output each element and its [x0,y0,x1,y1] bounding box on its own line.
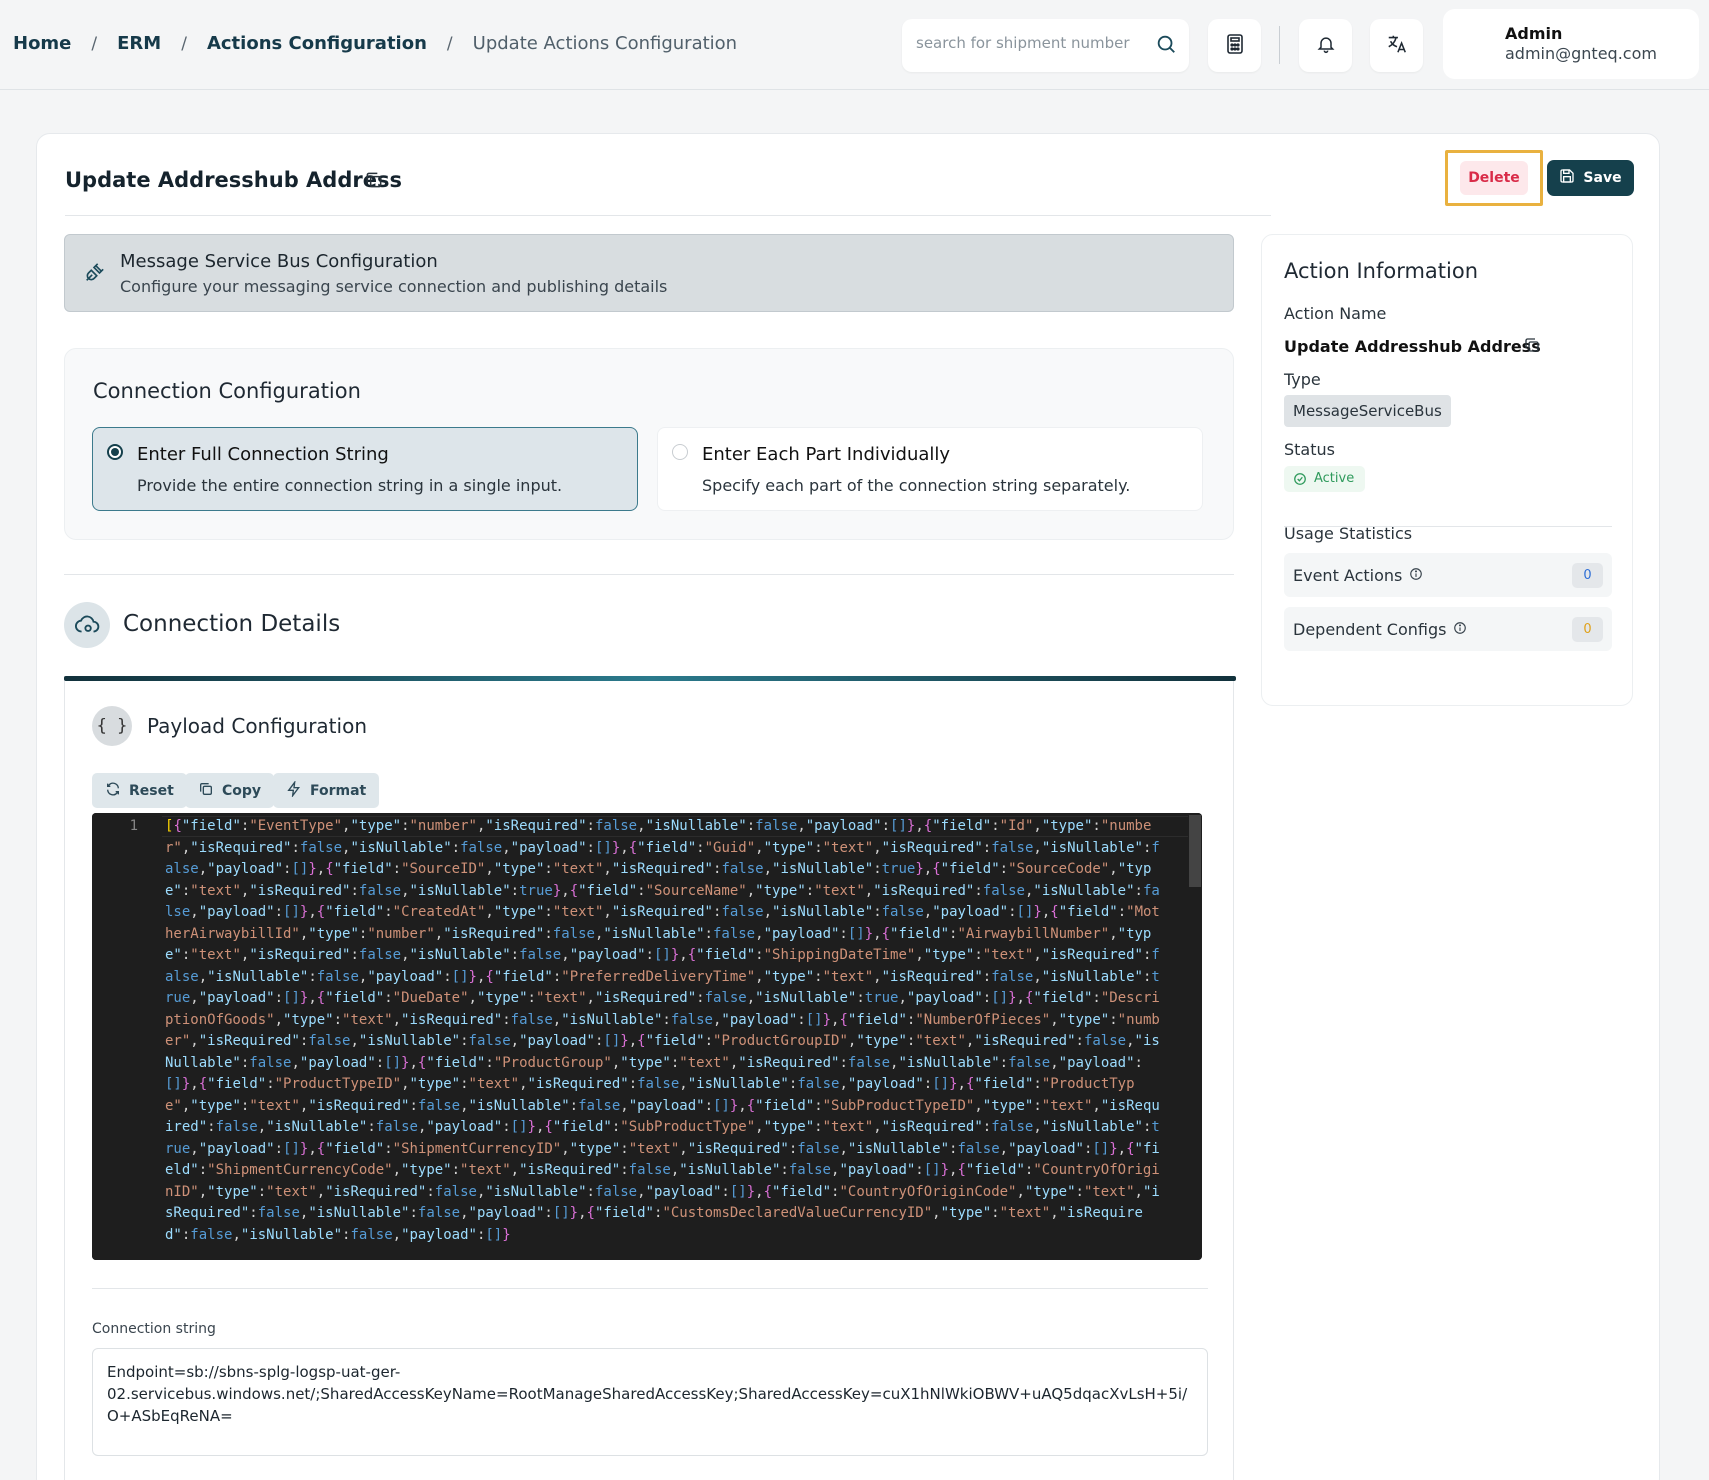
lightning-icon [286,779,302,801]
delete-highlight: Delete [1445,150,1543,206]
type-badge: MessageServiceBus [1284,395,1451,427]
info-icon[interactable] [1453,620,1467,639]
save-button[interactable]: Save [1547,160,1634,196]
copy-label: Copy [222,782,262,799]
status-label: Status [1284,440,1335,459]
copy-icon [198,781,214,801]
braces-icon: { } [92,706,132,746]
search-box [902,19,1189,72]
breadcrumb-separator: / [446,33,453,54]
calculator-button[interactable] [1208,19,1261,72]
option-subtitle: Provide the entire connection string in … [137,476,563,495]
scrollbar-thumb[interactable] [1189,815,1201,887]
line-number: 1 [92,813,162,1260]
cloud-settings-icon [64,602,110,648]
top-bar: Home / ERM / Actions Configuration / Upd… [0,0,1709,90]
calculator-icon [1226,33,1244,58]
status-badge: Active [1284,466,1366,492]
message-service-banner: Message Service Bus Configuration Config… [64,234,1234,312]
type-label: Type [1284,370,1321,389]
option-each-part[interactable]: Enter Each Part Individually Specify eac… [657,427,1203,511]
user-name: Admin [1505,24,1563,43]
search-icon[interactable] [1155,33,1177,59]
status-value: Active [1314,471,1355,486]
option-title: Enter Each Part Individually [702,444,951,465]
stat-label: Dependent Configs [1293,620,1467,639]
option-full-connection-string[interactable]: Enter Full Connection String Provide the… [92,427,638,511]
search-input[interactable] [916,34,1136,52]
option-title: Enter Full Connection String [137,444,389,465]
page-title: Update Addresshub Address [65,168,402,192]
accent-bar [64,676,1236,681]
copy-icon[interactable] [1523,336,1541,358]
banner-subtitle: Configure your messaging service connect… [120,277,668,296]
action-name-label: Action Name [1284,304,1387,323]
breadcrumb: Home / ERM / Actions Configuration / Upd… [13,33,737,54]
payload-configuration: { } Payload Configuration Reset Copy For… [64,676,1236,1480]
save-label: Save [1583,170,1622,186]
code-editor[interactable]: 1 [{"field":"EventType","type":"number",… [92,813,1202,1260]
format-label: Format [310,782,367,799]
reset-button[interactable]: Reset [92,773,187,808]
radio-unselected[interactable] [672,444,688,460]
breadcrumb-separator: / [91,33,98,54]
connection-configuration: Connection Configuration Enter Full Conn… [64,348,1234,540]
action-name-value: Update Addresshub Address [1284,337,1541,356]
stat-label-text: Dependent Configs [1293,620,1447,639]
copy-icon[interactable] [364,170,384,194]
divider [65,215,1271,216]
usage-statistics-label: Usage Statistics [1284,524,1413,543]
save-icon [1559,168,1575,188]
connection-configuration-title: Connection Configuration [93,379,361,403]
divider [64,574,1234,575]
stat-label-text: Event Actions [1293,566,1403,585]
copy-button[interactable]: Copy [185,773,275,808]
breadcrumb-home[interactable]: Home [13,33,71,54]
stat-count: 0 [1572,563,1603,588]
toolbar-divider [1279,26,1280,64]
divider [92,1288,1208,1289]
option-subtitle: Specify each part of the connection stri… [702,476,1131,495]
bell-icon [1316,34,1336,58]
payload-code[interactable]: [{"field":"EventType","type":"number","i… [165,816,1165,1246]
notifications-button[interactable] [1299,19,1352,72]
action-information-panel: Action Information Action Name Update Ad… [1261,234,1633,706]
stat-event-actions: Event Actions 0 [1284,553,1612,597]
payload-title: Payload Configuration [147,714,367,738]
info-icon[interactable] [1409,566,1423,585]
stat-count: 0 [1572,617,1603,642]
main-card: Update Addresshub Address Delete Save Me… [36,133,1660,1480]
breadcrumb-current: Update Actions Configuration [472,33,738,54]
language-button[interactable] [1370,19,1423,72]
delete-button[interactable]: Delete [1460,161,1528,195]
stat-dependent-configs: Dependent Configs 0 [1284,607,1612,651]
connection-string-label: Connection string [92,1321,216,1337]
stat-label: Event Actions [1293,566,1423,585]
action-information-title: Action Information [1284,259,1479,283]
translate-icon [1386,33,1408,59]
scrollbar[interactable] [1188,813,1202,1260]
connection-string-input[interactable]: Endpoint=sb://sbns-splg-logsp-uat-ger-02… [92,1348,1208,1456]
radio-selected[interactable] [107,444,123,460]
breadcrumb-separator: / [181,33,187,54]
connection-details-title: Connection Details [123,611,341,637]
breadcrumb-actions-configuration[interactable]: Actions Configuration [207,33,427,54]
user-email: admin@gnteq.com [1505,44,1657,63]
check-circle-icon [1294,473,1306,485]
reset-label: Reset [129,782,174,799]
breadcrumb-erm[interactable]: ERM [117,33,161,54]
plug-icon [83,262,105,288]
banner-title: Message Service Bus Configuration [120,251,438,272]
user-card[interactable]: Admin admin@gnteq.com [1443,9,1699,79]
format-button[interactable]: Format [273,773,380,808]
refresh-icon [105,781,121,801]
